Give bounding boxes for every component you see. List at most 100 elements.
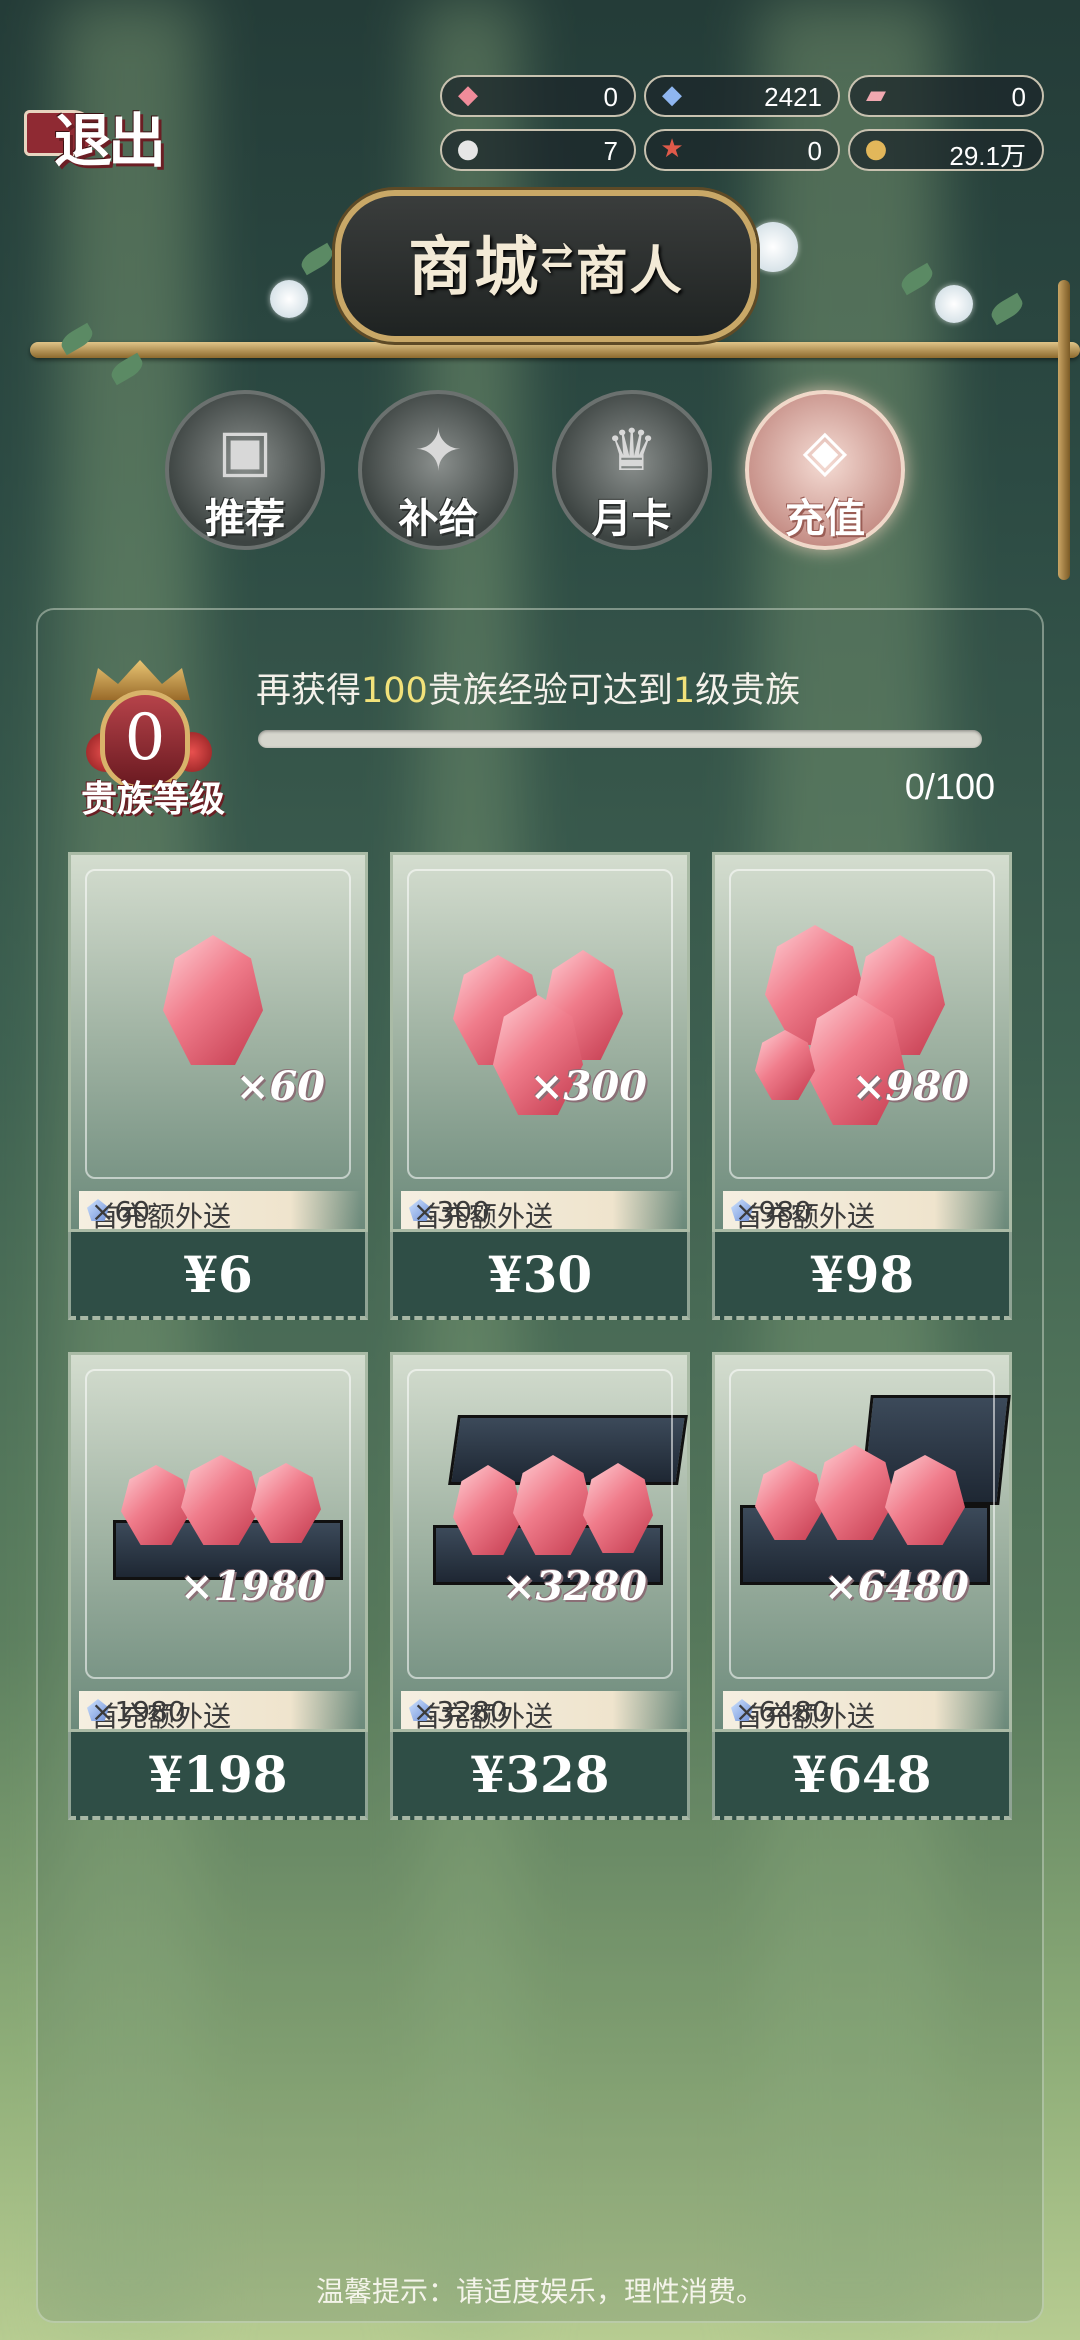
currency-pill[interactable]: ★ 0 xyxy=(644,129,840,171)
rose-decoration xyxy=(270,280,308,318)
price-button[interactable]: ¥198 xyxy=(68,1732,368,1820)
treasure-chest-icon: ▣ xyxy=(217,416,273,484)
tab-label: 推荐 xyxy=(205,495,285,542)
exit-button[interactable]: 退出 xyxy=(14,88,184,176)
crystal-icon xyxy=(163,935,263,1065)
crystal-icon xyxy=(755,1030,815,1100)
sign-title: 商城⇄商人 xyxy=(341,216,751,308)
tab-recharge[interactable]: ◈ 充值 xyxy=(744,390,905,550)
currency-value: 7 xyxy=(603,136,618,166)
currency-pill[interactable]: ● 29.1万 xyxy=(848,129,1044,171)
sign-title-main: 商城 xyxy=(408,230,541,305)
noble-progress-count: 0/100 xyxy=(904,766,995,807)
noble-level-badge[interactable]: 0 贵族等级 xyxy=(48,650,248,830)
bonus-quantity: ×980 xyxy=(735,1195,812,1228)
noble-progress-bar xyxy=(258,730,982,748)
product-art: ×6480 首充额外送 ×6480 xyxy=(712,1352,1012,1733)
currency-value: 0 xyxy=(603,82,618,112)
product-card[interactable]: ×6480 首充额外送 ×6480 ¥648 xyxy=(712,1352,1012,1822)
leaf-decoration xyxy=(297,242,337,276)
product-card[interactable]: ×980 首充额外送 ×980 ¥98 xyxy=(712,852,1012,1322)
product-quantity: ×60 xyxy=(235,1063,325,1110)
shop-sign[interactable]: 商城⇄商人 xyxy=(335,190,757,342)
crystal-icon xyxy=(765,925,865,1045)
treasure-chest-lid-icon xyxy=(859,1395,1011,1505)
bonus-quantity: ×6480 xyxy=(735,1695,830,1728)
msg-mid: 贵族经验可达到 xyxy=(427,671,673,711)
crystal-icon xyxy=(543,950,623,1060)
product-art: ×1980 首充额外送 ×1980 xyxy=(68,1352,368,1733)
product-quantity: ×300 xyxy=(529,1063,647,1110)
tab-monthly-card[interactable]: ♛ 月卡 xyxy=(551,390,712,550)
tab-label: 月卡 xyxy=(591,495,672,542)
product-quantity: ×6480 xyxy=(824,1563,969,1610)
currency-pill[interactable]: ▰ 0 xyxy=(848,75,1044,117)
currency-pill[interactable]: ◆ 2421 xyxy=(644,75,840,117)
tab-label: 充值 xyxy=(784,495,865,542)
currency-pill[interactable]: ◆ 0 xyxy=(440,75,636,117)
currency-bar: ◆ 0 ◆ 2421 ▰ 0 ● 7 ★ 0 ● 29.1万 xyxy=(440,75,1060,171)
price-button[interactable]: ¥30 xyxy=(390,1232,690,1320)
tab-label: 补给 xyxy=(398,495,479,542)
currency-value: 29.1万 xyxy=(949,141,1026,171)
product-card[interactable]: ×300 首充额外送 ×300 ¥30 xyxy=(390,852,690,1322)
crystal-icon xyxy=(885,1455,965,1545)
exit-label: 退出 xyxy=(54,107,166,175)
first-recharge-bonus: 首充额外送 ×1980 xyxy=(79,1691,361,1733)
sign-post xyxy=(1058,280,1070,580)
crystal-icon: ◈ xyxy=(802,416,848,484)
currency-value: 0 xyxy=(807,136,822,166)
pink-crystal-icon: ◆ xyxy=(458,80,478,110)
bonus-quantity: ×1980 xyxy=(91,1695,186,1728)
sign-title-sub: 商人 xyxy=(575,241,684,302)
tab-supply[interactable]: ✦ 补给 xyxy=(358,390,519,550)
crystal-icon xyxy=(583,1463,653,1553)
bonus-quantity: ×3280 xyxy=(413,1695,508,1728)
msg-suffix: 级贵族 xyxy=(695,671,801,711)
price-button[interactable]: ¥328 xyxy=(390,1732,690,1820)
gold-coin-icon: ● xyxy=(864,134,888,164)
crystal-icon xyxy=(755,1460,825,1540)
gift-box-icon xyxy=(113,1520,343,1580)
crystal-icon xyxy=(251,1463,321,1543)
supply-icon: ✦ xyxy=(414,416,463,484)
bonus-quantity: ×60 xyxy=(91,1195,151,1228)
crystal-icon xyxy=(453,1465,523,1555)
first-recharge-bonus: 首充额外送 ×60 xyxy=(79,1191,361,1233)
product-art: ×300 首充额外送 ×300 xyxy=(390,852,690,1233)
msg-prefix: 再获得 xyxy=(256,671,362,711)
gift-box-lid-icon xyxy=(448,1415,688,1485)
price-button[interactable]: ¥648 xyxy=(712,1732,1012,1820)
crystal-icon xyxy=(493,995,583,1115)
crown-card-icon: ♛ xyxy=(605,416,658,484)
first-recharge-bonus: 首充额外送 ×300 xyxy=(401,1191,683,1233)
msg-exp-amount: 100 xyxy=(361,671,428,711)
noble-level-number: 0 xyxy=(124,701,166,775)
footer-tip: 温馨提示：请适度娱乐，理性消费。 xyxy=(315,2275,764,2308)
first-recharge-bonus: 首充额外送 ×6480 xyxy=(723,1691,1005,1733)
product-art: ×980 首充额外送 ×980 xyxy=(712,852,1012,1233)
pink-ticket-icon: ▰ xyxy=(866,80,886,110)
leaf-decoration xyxy=(987,292,1027,326)
crystal-icon xyxy=(453,955,543,1065)
sign-bar xyxy=(30,342,1080,358)
noble-level-label: 贵族等级 xyxy=(80,778,225,820)
crystal-icon xyxy=(181,1455,261,1545)
product-quantity: ×980 xyxy=(851,1063,969,1110)
crystal-icon xyxy=(121,1465,191,1545)
first-recharge-bonus: 首充额外送 ×3280 xyxy=(401,1691,683,1733)
tab-recommend[interactable]: ▣ 推荐 xyxy=(165,390,325,550)
currency-pill[interactable]: ● 7 xyxy=(440,129,636,171)
product-card[interactable]: ×1980 首充额外送 ×1980 ¥198 xyxy=(68,1352,368,1822)
product-art: ×60 首充额外送 ×60 xyxy=(68,852,368,1233)
gift-box-icon xyxy=(433,1525,663,1585)
product-card[interactable]: ×60 首充额外送 ×60 ¥6 xyxy=(68,852,368,1322)
price-button[interactable]: ¥98 xyxy=(712,1232,1012,1320)
crystal-icon xyxy=(815,1445,895,1540)
blue-gem-icon: ◆ xyxy=(662,80,682,110)
product-card[interactable]: ×3280 首充额外送 ×3280 ¥328 xyxy=(390,1352,690,1822)
crystal-icon xyxy=(855,935,945,1055)
price-button[interactable]: ¥6 xyxy=(68,1232,368,1320)
currency-value: 0 xyxy=(1011,82,1026,112)
rose-decoration xyxy=(935,285,973,323)
